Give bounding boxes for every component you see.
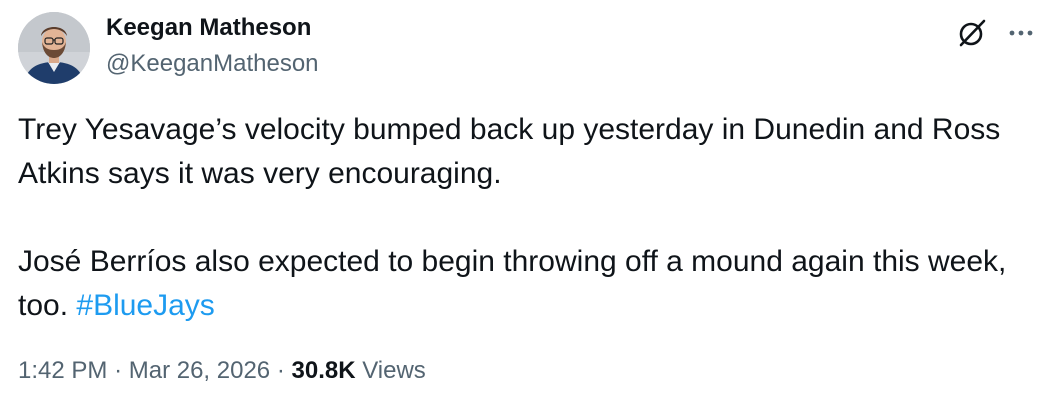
author-handle[interactable]: @KeeganMatheson (106, 49, 319, 79)
more-dots-icon[interactable] (1005, 17, 1037, 49)
grok-icon[interactable] (955, 16, 989, 50)
tweet-paragraph-2: José Berríos also expected to begin thro… (18, 240, 1048, 328)
tweet-meta: 1:42 PM · Mar 26, 2026 · 30.8K Views (18, 355, 426, 387)
avatar[interactable] (18, 12, 90, 84)
views-label[interactable]: Views (362, 357, 426, 384)
tweet-paragraph-1: Trey Yesavage’s velocity bumped back up … (18, 113, 1001, 190)
tweet-time[interactable]: 1:42 PM (18, 357, 107, 384)
author-name[interactable]: Keegan Matheson (106, 13, 311, 43)
views-count[interactable]: 30.8K (292, 357, 356, 384)
meta-separator: · (114, 357, 123, 384)
hashtag-link[interactable]: #BlueJays (76, 289, 214, 322)
avatar-image (18, 12, 90, 84)
tweet-card: Keegan Matheson @KeeganMatheson Trey Yes… (0, 0, 1060, 410)
meta-separator-2: · (276, 357, 285, 384)
tweet-date[interactable]: Mar 26, 2026 (129, 357, 270, 384)
tweet-text: Trey Yesavage’s velocity bumped back up … (18, 108, 1048, 328)
